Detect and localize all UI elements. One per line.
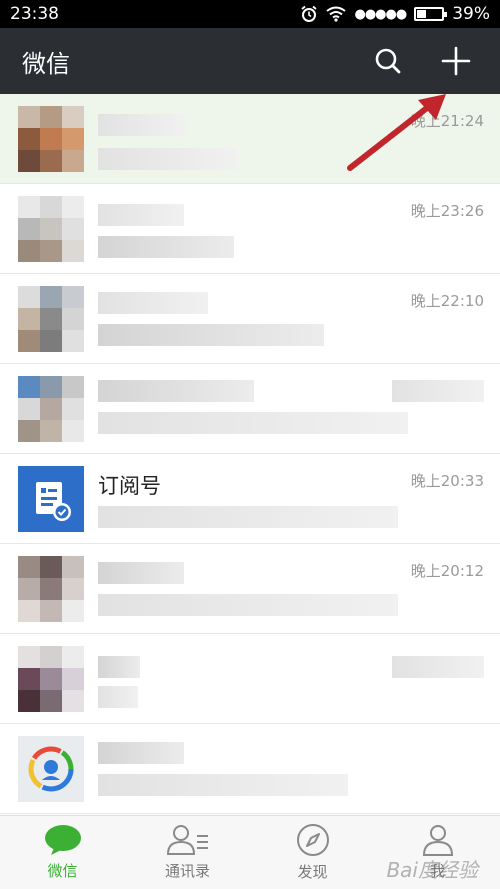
chat-time: 晚上20:12 [410,562,484,580]
signal-dots: ●●●●● [354,6,407,22]
person-icon [422,825,453,856]
chat-row[interactable] [0,364,500,454]
chat-name: 订阅号 [98,474,161,498]
subscription-avatar [18,466,84,532]
tab-label: 微信 [47,862,78,880]
chat-time: 晚上21:24 [410,112,484,130]
compass-icon [296,824,329,856]
chat-row[interactable] [0,724,500,814]
chat-time: 晚上22:10 [410,292,484,310]
avatar [18,736,84,802]
plus-icon [441,46,471,76]
avatar [18,196,84,262]
chat-time: 晚上20:33 [410,472,484,490]
battery-percent: 39% [452,4,490,24]
chat-row[interactable]: 晚上20:12 [0,544,500,634]
watermark: Bai度经验 [386,858,478,882]
app-header: 微信 [0,28,500,94]
tab-label: 发现 [297,863,328,881]
tab-discover[interactable]: 发现 [250,816,375,889]
contacts-icon [166,825,208,855]
chat-row[interactable]: 晚上23:26 [0,184,500,274]
avatar [18,106,84,172]
status-bar: 23:38 ●●●●● 39% [0,0,500,28]
subscription-icon [36,482,71,521]
chat-row-subscriptions[interactable]: 订阅号 晚上20:33 [0,454,500,544]
battery-icon [414,7,448,21]
avatar [18,646,84,712]
tab-bar: 微信 通讯录 发现 我 Bai度经验 [0,815,500,889]
wifi-icon [326,6,347,22]
page-title: 微信 [22,49,70,78]
alarm-icon [301,5,318,22]
chat-bubble-icon [44,825,81,855]
news-app-icon [28,746,74,792]
search-icon [375,48,401,74]
status-time: 23:38 [10,4,59,24]
tab-label: 通讯录 [164,862,210,880]
chat-row[interactable]: 晚上22:10 [0,274,500,364]
tab-contacts[interactable]: 通讯录 [125,816,250,889]
add-button[interactable] [434,39,478,83]
chat-time: 晚上23:26 [410,202,484,220]
search-button[interactable] [366,39,410,83]
chat-row[interactable] [0,634,500,724]
tab-chats[interactable]: 微信 [0,816,125,889]
avatar [18,376,84,442]
avatar [18,556,84,622]
avatar [18,286,84,352]
chat-list: 晚上21:24 晚上23:26 晚上22:10 订阅号 晚上20:33 晚上20… [0,94,500,815]
chat-row[interactable]: 晚上21:24 [0,94,500,184]
